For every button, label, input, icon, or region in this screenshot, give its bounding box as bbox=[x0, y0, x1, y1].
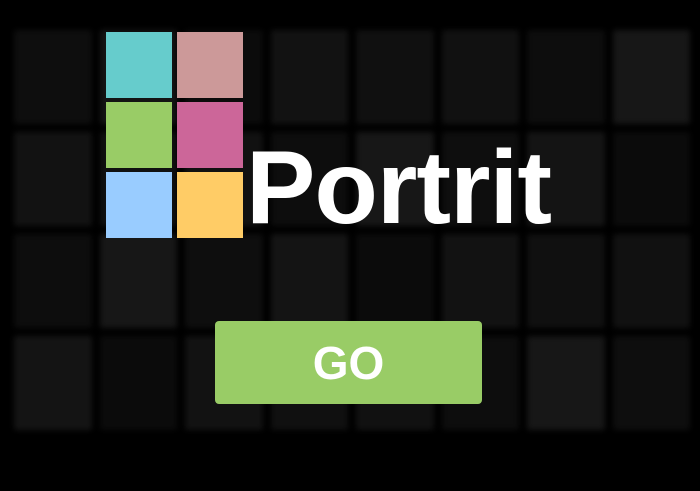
background-photo-tile bbox=[14, 336, 92, 430]
background-photo-tile bbox=[270, 234, 348, 328]
background-photo-tile bbox=[185, 234, 263, 328]
portrit-logo: Portrit bbox=[106, 32, 596, 240]
background-photo-tile bbox=[527, 234, 605, 328]
background-photo-tile bbox=[99, 336, 177, 430]
logo-square-green bbox=[106, 102, 172, 168]
background-photo-tile bbox=[612, 336, 690, 430]
logo-square-lightblue bbox=[106, 172, 172, 238]
logo-square-yellow bbox=[177, 172, 243, 238]
background-photo-tile bbox=[99, 234, 177, 328]
go-button[interactable]: GO bbox=[215, 321, 482, 404]
logo-wordmark: Portrit bbox=[246, 130, 552, 246]
background-photo-tile bbox=[356, 234, 434, 328]
logo-square-magenta bbox=[177, 102, 243, 168]
background-photo-tile bbox=[14, 30, 92, 124]
logo-square-rose bbox=[177, 32, 243, 98]
background-photo-tile bbox=[612, 234, 690, 328]
background-photo-tile bbox=[14, 132, 92, 226]
background-photo-tile bbox=[441, 234, 519, 328]
background-photo-tile bbox=[612, 132, 690, 226]
landing-screen: Portrit GO bbox=[0, 0, 700, 491]
background-photo-tile bbox=[612, 30, 690, 124]
logo-square-teal bbox=[106, 32, 172, 98]
background-photo-tile bbox=[14, 234, 92, 328]
background-photo-tile bbox=[527, 336, 605, 430]
logo-color-grid bbox=[106, 32, 244, 238]
